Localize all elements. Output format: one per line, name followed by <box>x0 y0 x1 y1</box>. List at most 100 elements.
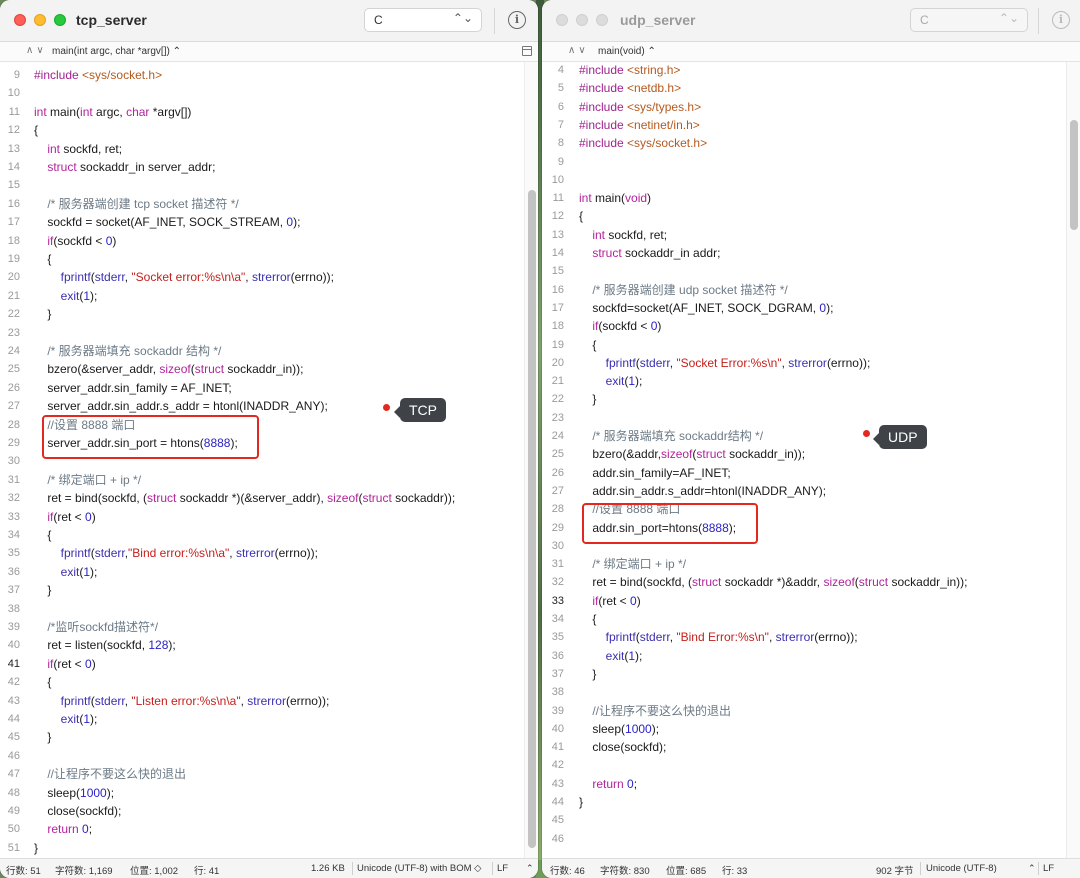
code-line[interactable]: 35 fprintf(stderr, "Bind Error:%s\n", st… <box>542 628 1066 646</box>
code-line[interactable]: 44} <box>542 793 1066 811</box>
code-line[interactable]: 16 /* 服务器端创建 tcp socket 描述符 */ <box>0 195 524 213</box>
code-line[interactable]: 41 close(sockfd); <box>542 738 1066 756</box>
code-line[interactable]: 7 #include <netinet/in.h> <box>542 116 1066 134</box>
encoding-select[interactable]: Unicode (UTF-8) <box>926 863 997 874</box>
code-line[interactable]: 32 ret = bind(sockfd, (struct sockaddr *… <box>542 573 1066 591</box>
function-select[interactable]: main(int argc, char *argv[]) ⌃ <box>52 46 181 57</box>
code-line[interactable]: 51} <box>0 839 524 857</box>
line-ending-select[interactable]: LF <box>497 863 508 874</box>
code-line[interactable]: 18 if(sockfd < 0) <box>542 317 1066 335</box>
code-line[interactable]: 11 int main(int argc, char *argv[]) <box>0 103 524 121</box>
function-select[interactable]: main(void) ⌃ <box>598 46 656 57</box>
code-line[interactable]: 39 /*监听sockfd描述符*/ <box>0 618 524 636</box>
code-line[interactable]: 45 } <box>0 728 524 746</box>
code-line[interactable]: 9 #include <sys/socket.h> <box>0 66 524 84</box>
code-line[interactable]: 35 fprintf(stderr,"Bind error:%s\n\a", s… <box>0 544 524 562</box>
line-ending-select[interactable]: LF <box>1043 863 1054 874</box>
code-line[interactable]: 33 if(ret < 0) <box>0 508 524 526</box>
code-line[interactable]: 24 /* 服务器端填充 sockaddr 结构 */ <box>0 342 524 360</box>
encoding-select[interactable]: Unicode (UTF-8) with BOM ◇ <box>357 863 482 874</box>
back-forward-icons[interactable]: ∧∨ <box>26 45 47 56</box>
chevron-updown-icon[interactable]: ⌃ <box>1028 863 1036 874</box>
code-line[interactable]: 26 addr.sin_family=AF_INET; <box>542 464 1066 482</box>
code-line[interactable]: 14 struct sockaddr_in addr; <box>542 244 1066 262</box>
code-line[interactable]: 39 //让程序不要这么快的退出 <box>542 702 1066 720</box>
code-line[interactable]: 20 fprintf(stderr, "Socket error:%s\n\a"… <box>0 268 524 286</box>
code-line[interactable]: 40 ret = listen(sockfd, 128); <box>0 636 524 654</box>
code-line[interactable]: 11 int main(void) <box>542 189 1066 207</box>
zoom-button[interactable] <box>54 14 66 26</box>
code-line[interactable]: 33 if(ret < 0) <box>542 592 1066 610</box>
language-select[interactable]: C ⌃⌄ <box>910 8 1028 32</box>
code-line[interactable]: 46 <box>542 830 1066 848</box>
zoom-button[interactable] <box>596 14 608 26</box>
code-line[interactable]: 44 exit(1); <box>0 710 524 728</box>
code-line[interactable]: 34 { <box>0 526 524 544</box>
code-line[interactable]: 27 addr.sin_addr.s_addr=htonl(INADDR_ANY… <box>542 482 1066 500</box>
info-icon[interactable]: i <box>1052 11 1070 29</box>
code-line[interactable]: 22 } <box>542 390 1066 408</box>
code-line[interactable]: 4 #include <string.h> <box>542 61 1066 79</box>
code-line[interactable]: 13 int sockfd, ret; <box>542 226 1066 244</box>
code-line[interactable]: 32 ret = bind(sockfd, (struct sockaddr *… <box>0 489 524 507</box>
code-line[interactable]: 19 { <box>542 336 1066 354</box>
code-line[interactable]: 13 int sockfd, ret; <box>0 140 524 158</box>
code-line[interactable]: 42 { <box>0 673 524 691</box>
code-line[interactable]: 24 /* 服务器端填充 sockaddr结构 */ <box>542 427 1066 445</box>
code-line[interactable]: 49 close(sockfd); <box>0 802 524 820</box>
code-line[interactable]: 31 /* 绑定端口 + ip */ <box>0 471 524 489</box>
code-line[interactable]: 10 <box>542 171 1066 189</box>
code-line[interactable]: 14 struct sockaddr_in server_addr; <box>0 158 524 176</box>
scrollbar-thumb[interactable] <box>528 190 536 848</box>
split-view-icon[interactable] <box>522 46 532 56</box>
code-line[interactable]: 23 <box>0 324 524 342</box>
code-line[interactable]: 36 exit(1); <box>0 563 524 581</box>
code-line[interactable]: 43 return 0; <box>542 775 1066 793</box>
close-button[interactable] <box>556 14 568 26</box>
code-line[interactable]: 38 <box>0 600 524 618</box>
info-icon[interactable]: i <box>508 11 526 29</box>
code-line[interactable]: 41 if(ret < 0) <box>0 655 524 673</box>
code-line[interactable]: 5 #include <netdb.h> <box>542 79 1066 97</box>
code-line[interactable]: 46 <box>0 747 524 765</box>
code-line[interactable]: 22 } <box>0 305 524 323</box>
vertical-scrollbar[interactable] <box>1066 62 1080 858</box>
code-line[interactable]: 15 <box>0 176 524 194</box>
code-line[interactable]: 48 sleep(1000); <box>0 784 524 802</box>
code-line[interactable]: 36 exit(1); <box>542 647 1066 665</box>
code-line[interactable]: 50 return 0; <box>0 820 524 838</box>
code-line[interactable]: 43 fprintf(stderr, "Listen error:%s\n\a"… <box>0 692 524 710</box>
code-line[interactable]: 17 sockfd=socket(AF_INET, SOCK_DGRAM, 0)… <box>542 299 1066 317</box>
code-line[interactable]: 26 server_addr.sin_family = AF_INET; <box>0 379 524 397</box>
code-line[interactable]: 47 //让程序不要这么快的退出 <box>0 765 524 783</box>
code-line[interactable]: 12 { <box>542 207 1066 225</box>
back-forward-icons[interactable]: ∧∨ <box>568 45 589 56</box>
code-line[interactable]: 21 exit(1); <box>0 287 524 305</box>
code-line[interactable]: 23 <box>542 409 1066 427</box>
code-line[interactable]: 10 <box>0 84 524 102</box>
code-line[interactable]: 18 if(sockfd < 0) <box>0 232 524 250</box>
code-line[interactable]: 25 bzero(&addr,sizeof(struct sockaddr_in… <box>542 445 1066 463</box>
code-line[interactable]: 20 fprintf(stderr, "Socket Error:%s\n", … <box>542 354 1066 372</box>
minimize-button[interactable] <box>576 14 588 26</box>
code-line[interactable]: 25 bzero(&server_addr, sizeof(struct soc… <box>0 360 524 378</box>
language-select[interactable]: C ⌃⌄ <box>364 8 482 32</box>
code-line[interactable]: 38 <box>542 683 1066 701</box>
code-line[interactable]: 19 { <box>0 250 524 268</box>
code-line[interactable]: 40 sleep(1000); <box>542 720 1066 738</box>
chevron-updown-icon[interactable]: ⌃ <box>526 863 534 874</box>
scrollbar-thumb[interactable] <box>1070 120 1078 230</box>
minimize-button[interactable] <box>34 14 46 26</box>
code-line[interactable]: 6 #include <sys/types.h> <box>542 98 1066 116</box>
vertical-scrollbar[interactable] <box>524 62 538 858</box>
code-line[interactable]: 12 { <box>0 121 524 139</box>
code-line[interactable]: 37 } <box>542 665 1066 683</box>
code-line[interactable]: 17 sockfd = socket(AF_INET, SOCK_STREAM,… <box>0 213 524 231</box>
code-line[interactable]: 45 <box>542 811 1066 829</box>
code-line[interactable]: 21 exit(1); <box>542 372 1066 390</box>
code-line[interactable]: 8 #include <sys/socket.h> <box>542 134 1066 152</box>
code-line[interactable]: 16 /* 服务器端创建 udp socket 描述符 */ <box>542 281 1066 299</box>
code-line[interactable]: 42 <box>542 756 1066 774</box>
close-button[interactable] <box>14 14 26 26</box>
code-line[interactable]: 37 } <box>0 581 524 599</box>
